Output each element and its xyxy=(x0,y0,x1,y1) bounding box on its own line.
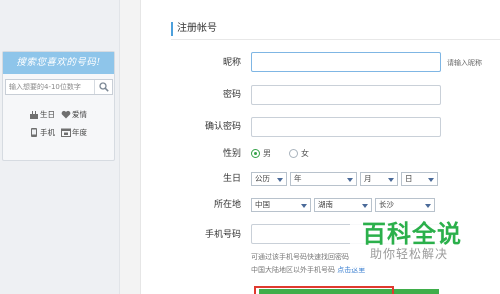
province-value: 湖南 xyxy=(318,200,333,209)
birth-year-select[interactable]: 年 xyxy=(290,172,357,186)
gender-female-label: 女 xyxy=(301,149,309,158)
overseas-phone-note: 中国大陆地区以外手机号码 点击这里 xyxy=(251,265,365,275)
country-value: 中国 xyxy=(255,200,270,209)
gender-male-radio[interactable]: 男 xyxy=(251,148,281,160)
calendar-type-select[interactable]: 公历 xyxy=(251,172,287,186)
overseas-phone-text: 中国大陆地区以外手机号码 xyxy=(251,266,335,274)
quick-link-label: 年度 xyxy=(72,128,87,137)
birth-month-select[interactable]: 月 xyxy=(360,172,398,186)
highlight-box xyxy=(254,286,394,294)
calendar-icon xyxy=(61,128,71,137)
gender-male-label: 男 xyxy=(263,149,271,158)
gender-female-radio[interactable]: 女 xyxy=(289,148,319,160)
chevron-down-icon xyxy=(388,178,394,182)
phone-label: 手机号码 xyxy=(204,230,241,240)
search-panel-title: 搜索您喜欢的号码! xyxy=(3,52,114,74)
form-title: 注册帐号 xyxy=(177,23,217,34)
quick-link-label: 生日 xyxy=(40,110,55,119)
watermark: 百科全说 助你轻松解决 xyxy=(350,212,468,268)
birth-month-value: 月 xyxy=(364,174,372,183)
quick-link-label: 爱情 xyxy=(72,110,87,119)
country-select[interactable]: 中国 xyxy=(251,198,311,212)
chevron-down-icon xyxy=(425,204,431,208)
quick-link-love[interactable]: 爱情 xyxy=(61,109,95,120)
nickname-label: 昵称 xyxy=(222,58,241,68)
header-accent-bar xyxy=(171,22,173,36)
city-select[interactable]: 长沙 xyxy=(375,198,435,212)
search-input-row xyxy=(5,79,113,95)
phone-icon xyxy=(29,128,39,137)
calendar-type-value: 公历 xyxy=(255,174,270,183)
confirm-password-label: 确认密码 xyxy=(204,122,241,132)
quick-link-year[interactable]: 年度 xyxy=(61,127,95,138)
nickname-field[interactable] xyxy=(251,52,441,72)
number-search-panel: 搜索您喜欢的号码! 生日 爱情 xyxy=(2,51,115,161)
province-select[interactable]: 湖南 xyxy=(314,198,372,212)
birth-year-value: 年 xyxy=(294,174,302,183)
search-icon xyxy=(99,82,109,92)
quick-link-birthday[interactable]: 生日 xyxy=(29,109,63,120)
chevron-down-icon xyxy=(362,204,368,208)
chevron-down-icon xyxy=(428,178,434,182)
radio-selected-icon xyxy=(251,149,260,158)
radio-unselected-icon xyxy=(289,149,298,158)
birth-day-select[interactable]: 日 xyxy=(401,172,438,186)
quick-link-phone[interactable]: 手机 xyxy=(29,127,63,138)
watermark-slogan: 助你轻松解决 xyxy=(370,247,449,261)
watermark-logo: 百科全说 xyxy=(362,220,462,248)
confirm-password-input[interactable] xyxy=(252,118,440,136)
quick-link-label: 手机 xyxy=(40,128,55,137)
search-button[interactable] xyxy=(94,80,112,94)
chevron-down-icon xyxy=(301,204,307,208)
birth-day-value: 日 xyxy=(405,174,413,183)
city-value: 长沙 xyxy=(379,200,394,209)
chevron-down-icon xyxy=(347,178,353,182)
birthday-label: 生日 xyxy=(222,174,241,184)
phone-recovery-note: 可通过该手机号码快速找回密码 xyxy=(251,253,349,261)
nickname-input[interactable] xyxy=(252,53,440,71)
password-field[interactable] xyxy=(251,85,441,105)
password-label: 密码 xyxy=(222,90,241,100)
password-input[interactable] xyxy=(252,86,440,104)
nickname-hint: 请输入昵称 xyxy=(447,59,482,67)
gender-label: 性别 xyxy=(222,149,241,159)
sidebar: 搜索您喜欢的号码! 生日 爱情 xyxy=(0,0,120,294)
location-label: 所在地 xyxy=(213,200,241,210)
chevron-down-icon xyxy=(277,178,283,182)
number-search-input[interactable] xyxy=(6,80,94,94)
cake-icon xyxy=(29,110,39,119)
heart-icon xyxy=(61,110,71,119)
form-header: 注册帐号 xyxy=(171,20,500,40)
confirm-password-field[interactable] xyxy=(251,117,441,137)
